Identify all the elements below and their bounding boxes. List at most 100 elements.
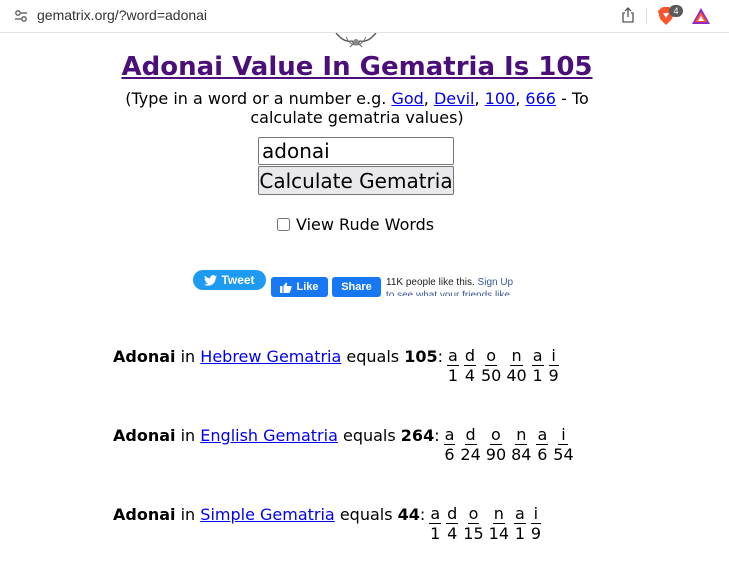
share-icon[interactable] bbox=[621, 7, 635, 23]
example-link-devil[interactable]: Devil bbox=[434, 89, 475, 108]
letter-value-pair: a1 bbox=[514, 505, 526, 544]
intro-separator: , bbox=[515, 89, 521, 108]
site-logo bbox=[335, 33, 377, 48]
letter-value-pair: n 40 bbox=[506, 347, 526, 386]
result-sentence: Adonai in Simple Gematria equals 44: bbox=[113, 505, 425, 525]
facebook-like-count: 11K people like this. Sign Up to see wha… bbox=[386, 276, 518, 296]
intro-prefix: (Type in a word or a number e.g. bbox=[125, 89, 387, 108]
letter-value-pair: d 24 bbox=[460, 426, 480, 465]
result-total: 264 bbox=[400, 426, 435, 445]
result-equals: equals bbox=[346, 347, 400, 366]
result-word: Adonai bbox=[113, 347, 176, 366]
result-total: 44 bbox=[397, 505, 420, 524]
letter-value-pair: n 14 bbox=[489, 505, 509, 544]
letter-breakdown: a 1 d 4 o 50 n 40 a 1 i 9 bbox=[447, 347, 564, 386]
result-equals: equals bbox=[342, 426, 396, 445]
letter: i bbox=[558, 426, 569, 445]
result-row: Adonai in Simple Gematria equals 44: a 1 d 4… bbox=[113, 505, 546, 544]
letter-value-pair: a1 bbox=[429, 505, 442, 544]
result-word: Adonai bbox=[113, 505, 176, 524]
example-link-god[interactable]: God bbox=[391, 89, 423, 108]
like-label: Like bbox=[296, 281, 319, 293]
letter: n bbox=[515, 425, 528, 445]
letter-value-pair: i9 bbox=[531, 505, 541, 544]
intro-separator: , bbox=[474, 89, 480, 108]
result-in: in bbox=[180, 347, 196, 366]
letter: d bbox=[446, 504, 459, 524]
letter-value: 54 bbox=[553, 445, 574, 464]
letter-value-pair: a6 bbox=[443, 425, 456, 465]
result-row: Adonai in English Gematria equals 264: a 6… bbox=[113, 426, 579, 465]
address-bar-url[interactable]: gematrix.org/?word=adonai bbox=[37, 7, 207, 23]
intro-text: (Type in a word or a number e.g. God, De… bbox=[100, 89, 614, 127]
browser-toolbar: gematrix.org/?word=adonai 4 bbox=[0, 0, 729, 33]
brave-rewards-icon[interactable] bbox=[691, 7, 711, 25]
letter-value: 1 bbox=[430, 524, 441, 543]
result-word: Adonai bbox=[113, 426, 176, 445]
letter-value-pair: o 90 bbox=[486, 426, 506, 465]
gematria-system-link[interactable]: English Gematria bbox=[200, 426, 338, 445]
letter-value-pair: d4 bbox=[446, 504, 459, 544]
letter-value: 14 bbox=[488, 524, 509, 543]
letter: d bbox=[463, 346, 476, 366]
letter-value: 6 bbox=[537, 445, 548, 464]
result-equals: equals bbox=[339, 505, 393, 524]
rude-words-checkbox[interactable] bbox=[277, 218, 290, 231]
letter: a bbox=[443, 425, 456, 445]
letter-value: 90 bbox=[485, 445, 507, 464]
letter-value: 84 bbox=[511, 445, 532, 464]
word-input[interactable] bbox=[258, 137, 454, 165]
tweet-label: Tweet bbox=[221, 273, 255, 287]
gematria-system-link[interactable]: Hebrew Gematria bbox=[200, 347, 341, 366]
result-row: Adonai in Hebrew Gematria equals 105: a 1 d… bbox=[113, 347, 564, 386]
letter-value-pair: o 15 bbox=[463, 505, 483, 544]
letter-value: 1 bbox=[532, 366, 543, 385]
twitter-bird-icon bbox=[204, 274, 218, 286]
facebook-like-button[interactable]: Like bbox=[271, 277, 328, 297]
letter: o bbox=[485, 346, 498, 366]
example-link-100[interactable]: 100 bbox=[485, 89, 516, 108]
letter: o bbox=[490, 425, 502, 445]
letter-value: 50 bbox=[480, 366, 502, 385]
example-link-666[interactable]: 666 bbox=[525, 89, 556, 108]
result-colon: : bbox=[434, 426, 440, 445]
letter-value: 24 bbox=[460, 445, 481, 464]
facebook-share-button[interactable]: Share bbox=[332, 277, 381, 297]
letter: a bbox=[531, 346, 544, 366]
letter: o bbox=[467, 504, 480, 524]
letter-value: 15 bbox=[463, 524, 484, 543]
letter-value: 9 bbox=[548, 366, 559, 385]
letter: i bbox=[548, 347, 559, 366]
intro-separator: , bbox=[423, 89, 429, 108]
rude-words-label: View Rude Words bbox=[296, 215, 435, 234]
thumbs-up-icon bbox=[280, 282, 293, 293]
letter-value-pair: d4 bbox=[463, 346, 476, 386]
fb-like-count-text: 11K people like this. bbox=[386, 277, 475, 288]
letter-breakdown: a 6 d 24 o 90 n 84 a 6 i 54 bbox=[443, 425, 579, 465]
result-in: in bbox=[180, 505, 196, 524]
view-rude-words-toggle[interactable]: View Rude Words bbox=[277, 215, 434, 234]
letter: n bbox=[492, 504, 505, 524]
gematria-system-link[interactable]: Simple Gematria bbox=[200, 505, 334, 524]
toolbar-divider bbox=[646, 8, 647, 24]
result-in: in bbox=[180, 426, 196, 445]
letter: n bbox=[510, 346, 523, 366]
letter: a bbox=[536, 425, 549, 445]
tweet-button[interactable]: Tweet bbox=[193, 270, 266, 290]
letter-value: 40 bbox=[506, 366, 527, 385]
result-sentence: Adonai in Hebrew Gematria equals 105: bbox=[113, 347, 443, 367]
result-sentence: Adonai in English Gematria equals 264: bbox=[113, 426, 440, 446]
letter-value-pair: a1 bbox=[447, 347, 459, 386]
letter-value: 1 bbox=[514, 524, 525, 543]
letter-value: 9 bbox=[530, 524, 541, 543]
shields-count-badge: 4 bbox=[669, 5, 683, 17]
calculate-gematria-button[interactable]: Calculate Gematria bbox=[258, 166, 454, 195]
letter-value: 4 bbox=[464, 366, 475, 385]
result-colon: : bbox=[419, 505, 426, 524]
page-title[interactable]: Adonai Value In Gematria Is 105 bbox=[0, 52, 714, 82]
site-settings-icon[interactable] bbox=[14, 9, 28, 23]
letter: a bbox=[514, 504, 526, 524]
letter-value-pair: a1 bbox=[531, 346, 544, 386]
letter: a bbox=[447, 346, 459, 366]
letter-value-pair: o 50 bbox=[481, 347, 501, 386]
